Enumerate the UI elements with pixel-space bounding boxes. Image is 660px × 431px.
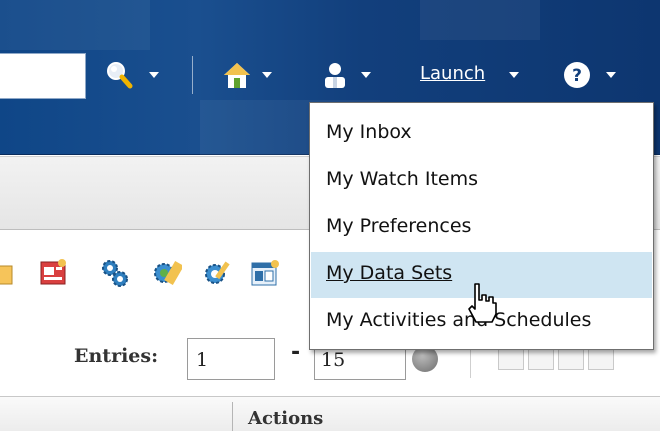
- entries-from-input[interactable]: 1: [187, 338, 275, 380]
- hand-pointer-cursor-icon: [463, 282, 503, 326]
- form-add-icon[interactable]: [250, 258, 280, 288]
- menu-item-my-inbox[interactable]: My Inbox: [311, 111, 652, 157]
- home-chevron-down-icon[interactable]: [262, 72, 272, 78]
- entries-label: Entries:: [74, 345, 159, 367]
- help-icon[interactable]: ?: [562, 60, 592, 90]
- search-chevron-down-icon[interactable]: [149, 72, 159, 78]
- header-texture: [420, 0, 540, 40]
- menu-item-label: My Preferences: [326, 215, 472, 237]
- column-separator[interactable]: [232, 402, 233, 431]
- header-texture: [0, 0, 150, 50]
- entries-range-separator: -: [291, 340, 301, 365]
- menu-item-my-watch-items[interactable]: My Watch Items: [311, 158, 652, 204]
- table-header: [0, 396, 660, 431]
- user-chevron-down-icon[interactable]: [361, 72, 371, 78]
- search-input[interactable]: [0, 53, 86, 99]
- menu-item-label: My Inbox: [326, 121, 412, 143]
- menu-item-label: My Watch Items: [326, 168, 479, 190]
- report-icon[interactable]: [38, 258, 68, 288]
- column-header-actions[interactable]: Actions: [248, 408, 323, 429]
- gear-globe-icon[interactable]: [152, 258, 184, 288]
- gear-edit-icon[interactable]: [202, 258, 232, 288]
- gears-icon[interactable]: [100, 258, 130, 288]
- user-icon[interactable]: [320, 60, 350, 90]
- menu-item-label: My Data Sets: [326, 262, 453, 284]
- menu-item-label: My Activities and Schedules: [326, 309, 592, 331]
- new-item-icon[interactable]: [0, 258, 16, 288]
- launch-link[interactable]: Launch: [420, 63, 485, 84]
- svg-text:?: ?: [572, 66, 582, 86]
- launch-chevron-down-icon[interactable]: [509, 72, 519, 78]
- search-icon[interactable]: [104, 60, 134, 90]
- help-chevron-down-icon[interactable]: [606, 72, 616, 78]
- menu-item-my-preferences[interactable]: My Preferences: [311, 205, 652, 251]
- toolbar-separator: [192, 56, 193, 94]
- home-icon[interactable]: [222, 60, 252, 90]
